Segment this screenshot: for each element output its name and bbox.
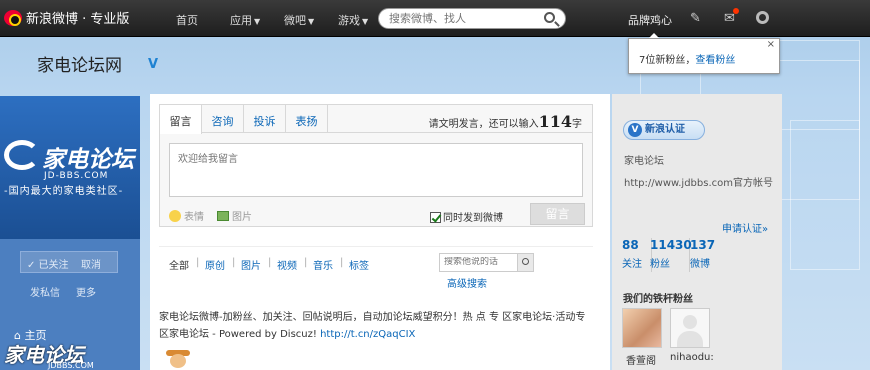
- tab-complaint[interactable]: 投诉: [244, 105, 286, 133]
- brand-swirl-icon: [4, 140, 40, 170]
- new-fans-notification: 7位新粉丝，查看粉丝 ×: [628, 33, 780, 74]
- view-fans-link[interactable]: 查看粉丝: [695, 55, 735, 66]
- gear-icon[interactable]: [756, 11, 769, 24]
- weibo-eye-icon: [4, 9, 22, 26]
- main-content: 留言 咨询 投诉 表扬 请文明发言，还可以输入114字 表情 图片 同时发到微博…: [150, 94, 610, 370]
- unfollow-button[interactable]: 取消: [81, 256, 101, 271]
- image-icon: [217, 211, 229, 221]
- message-textarea[interactable]: [169, 143, 583, 197]
- close-icon[interactable]: ×: [767, 39, 775, 50]
- weibo-logo[interactable]: 新浪微博 · 专业版: [4, 8, 129, 27]
- nav-games[interactable]: 游戏 ▼: [338, 12, 368, 28]
- logo-text: 新浪微博 · 专业版: [26, 12, 130, 27]
- fan-avatar[interactable]: [670, 308, 710, 348]
- profile-actions: ✓ 已关注 取消 发私信 更多 ⌂ 主页 家电论坛 JDBBS.COM: [0, 239, 140, 370]
- send-message-link[interactable]: 发私信: [30, 284, 60, 299]
- filter-all[interactable]: 全部: [169, 257, 189, 272]
- profile-stats: 88 关注 11430 粉丝 137 微博: [622, 236, 772, 272]
- notification-text: 7位新粉丝，查看粉丝: [639, 55, 736, 66]
- nav-weiba[interactable]: 微吧 ▼: [284, 12, 314, 28]
- page-title: 家电论坛网: [37, 56, 122, 76]
- picture-button[interactable]: 图片: [217, 208, 252, 223]
- tab-message[interactable]: 留言: [160, 105, 202, 134]
- char-count: 114: [538, 112, 572, 131]
- verified-v-icon: V: [148, 57, 159, 72]
- feed-search-box[interactable]: [439, 253, 534, 272]
- message-icon[interactable]: ✉: [724, 8, 739, 26]
- feed-avatar[interactable]: [164, 350, 192, 370]
- search-icon[interactable]: [517, 253, 534, 272]
- top-fans-title: 我们的铁杆粉丝: [623, 294, 693, 305]
- char-limit: 请文明发言，还可以输入114字: [428, 112, 582, 131]
- filter-original[interactable]: 原创: [205, 257, 225, 272]
- fan-name[interactable]: nihaodu:: [670, 352, 714, 363]
- sync-to-weibo: 同时发到微博: [430, 209, 503, 224]
- nav-apps[interactable]: 应用 ▼: [230, 12, 260, 28]
- brand-logo: 家电论坛 JD-BBS.COM -国内最大的家电类社区-: [0, 96, 140, 239]
- feed-filter-bar: 全部 | 原创 | 图片 | 视频 | 音乐 | 标签 高级搜索: [159, 246, 593, 290]
- chevron-down-icon: ▼: [308, 17, 315, 26]
- top-search-box[interactable]: [378, 8, 566, 29]
- follow-status: ✓ 已关注 取消: [20, 251, 118, 273]
- brand-slogan: -国内最大的家电类社区-: [4, 186, 124, 197]
- top-search-input[interactable]: [389, 12, 539, 25]
- fan-avatar[interactable]: [622, 308, 662, 348]
- brand-url: JD-BBS.COM: [44, 171, 109, 181]
- verified-description: http://www.jdbbs.com官方帐号: [624, 178, 773, 189]
- stat-following[interactable]: 88 关注: [622, 238, 652, 272]
- followed-button[interactable]: ✓ 已关注: [27, 256, 69, 271]
- advanced-search-link[interactable]: 高级搜索: [447, 275, 487, 290]
- chevron-down-icon: ▼: [254, 17, 261, 26]
- chevron-down-icon: ▼: [362, 17, 369, 26]
- apply-verification-link[interactable]: 申请认证»: [722, 220, 768, 235]
- smiley-icon: [169, 210, 181, 222]
- emoticon-button[interactable]: 表情: [169, 208, 204, 223]
- tab-praise[interactable]: 表扬: [286, 105, 328, 133]
- filter-pictures[interactable]: 图片: [241, 257, 261, 272]
- verified-v-icon: V: [628, 123, 642, 137]
- fan-name[interactable]: 香萱阁: [626, 352, 656, 367]
- feed-item-text: 家电论坛微博-加粉丝、加关注、回帖说明后，自动加论坛威望积分！热 点 专 区家电…: [159, 312, 586, 340]
- top-navigation-bar: 新浪微博 · 专业版 首页 应用▼ 微吧▼ 游戏▼ 品牌鸡心 ✎ ✉: [0, 0, 870, 37]
- feed-link[interactable]: http://t.cn/zQaqCIX: [320, 329, 415, 340]
- nav-home[interactable]: 首页: [176, 12, 198, 28]
- message-compose-box: 留言 咨询 投诉 表扬 请文明发言，还可以输入114字 表情 图片 同时发到微博…: [159, 104, 593, 227]
- stat-followers[interactable]: 11430 粉丝: [650, 238, 692, 272]
- compose-tabs: 留言 咨询 投诉 表扬 请文明发言，还可以输入114字: [160, 105, 592, 134]
- sina-verified-badge[interactable]: V 新浪认证: [623, 120, 705, 140]
- right-sidebar: V 新浪认证 家电论坛 http://www.jdbbs.com官方帐号 申请认证…: [612, 94, 782, 370]
- brand-name: 家电论坛: [42, 147, 134, 173]
- left-profile-column: 家电论坛 JD-BBS.COM -国内最大的家电类社区- ✓ 已关注 取消 发私…: [0, 96, 140, 370]
- verified-name: 家电论坛: [624, 156, 664, 167]
- filter-music[interactable]: 音乐: [313, 257, 333, 272]
- filter-tags[interactable]: 标签: [349, 257, 369, 272]
- footer-brand-url: JDBBS.COM: [48, 361, 94, 370]
- stat-posts[interactable]: 137 微博: [690, 238, 716, 272]
- filter-videos[interactable]: 视频: [277, 257, 297, 272]
- tab-consult[interactable]: 咨询: [202, 105, 244, 133]
- more-link[interactable]: 更多: [76, 284, 96, 299]
- sync-checkbox[interactable]: [430, 212, 441, 223]
- feed-search-input[interactable]: [444, 257, 514, 267]
- post-message-button[interactable]: 留言: [530, 203, 585, 225]
- search-icon[interactable]: [544, 12, 555, 23]
- username-link[interactable]: 品牌鸡心: [628, 12, 672, 28]
- edit-icon[interactable]: ✎: [690, 11, 701, 26]
- blueprint-line: [790, 120, 860, 270]
- unread-dot: [732, 8, 739, 14]
